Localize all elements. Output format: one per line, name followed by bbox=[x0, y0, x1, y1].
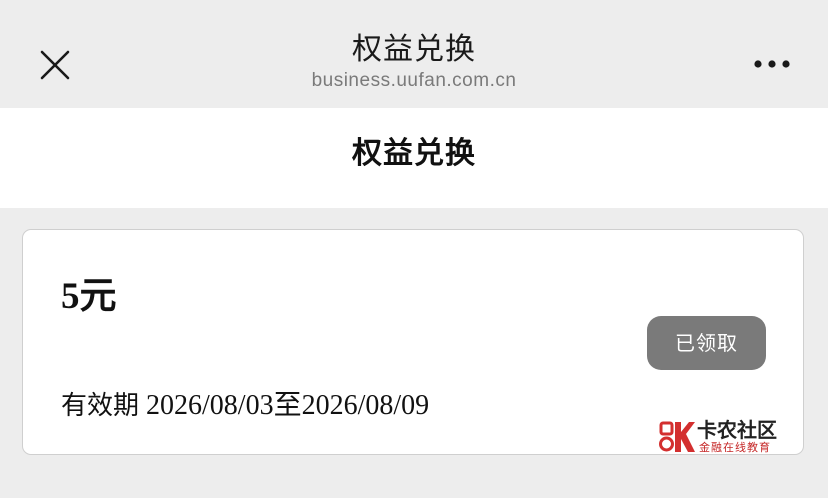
more-icon bbox=[754, 60, 790, 68]
kanong-logo-icon bbox=[659, 421, 695, 452]
validity-label: 有效期 bbox=[61, 391, 140, 421]
more-button[interactable] bbox=[748, 50, 796, 78]
validity-range: 2026/08/03至2026/08/09 bbox=[139, 390, 430, 421]
claimed-status-button[interactable]: 已领取 bbox=[647, 316, 766, 370]
nav-domain: business.uufan.com.cn bbox=[311, 70, 517, 91]
coupon-amount: 5元 bbox=[61, 276, 117, 317]
page-header: 权益兑换 bbox=[0, 108, 828, 208]
page-title: 权益兑换 bbox=[352, 136, 476, 171]
coupon-card: 5元 已领取 有效期 2026/08/03至2026/08/09 卡农社区 金融… bbox=[22, 229, 804, 455]
watermark-name: 卡农社区 bbox=[697, 418, 777, 442]
watermark: 卡农社区 金融在线教育 bbox=[659, 418, 779, 456]
coupon-validity: 有效期 2026/08/03至2026/08/09 bbox=[61, 386, 429, 426]
browser-top-bar: 权益兑换 business.uufan.com.cn bbox=[0, 0, 828, 108]
nav-title-block: 权益兑换 business.uufan.com.cn bbox=[0, 30, 828, 94]
watermark-tagline: 金融在线教育 bbox=[699, 441, 771, 454]
nav-title: 权益兑换 bbox=[352, 32, 476, 67]
